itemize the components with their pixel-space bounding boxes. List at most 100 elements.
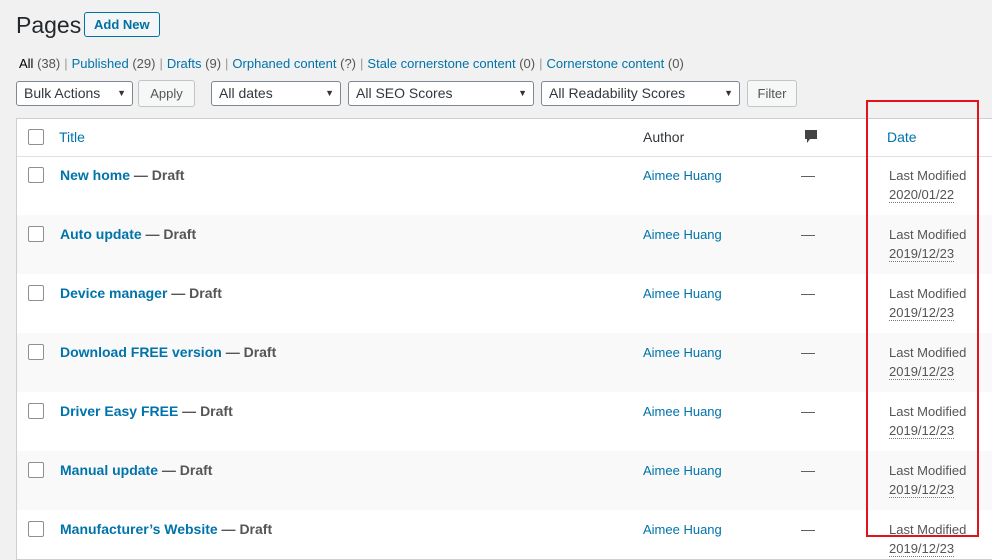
row-checkbox[interactable] xyxy=(28,167,44,183)
separator: | xyxy=(360,56,364,71)
view-count: (?) xyxy=(340,56,357,71)
date-label: Last Modified xyxy=(889,404,967,419)
view-stale-cornerstone[interactable]: Stale cornerstone content (0) xyxy=(367,56,535,71)
row-checkbox[interactable] xyxy=(28,462,44,478)
row-checkbox[interactable] xyxy=(28,403,44,419)
page-title-link[interactable]: Auto update xyxy=(60,226,142,242)
date-label: Last Modified xyxy=(889,463,967,478)
column-author: Author xyxy=(643,129,685,145)
date-cell: Last Modified 2019/12/23 xyxy=(889,520,966,558)
author-link[interactable]: Aimee Huang xyxy=(643,286,722,301)
author-link[interactable]: Aimee Huang xyxy=(643,404,722,419)
separator: | xyxy=(64,56,68,71)
view-drafts[interactable]: Drafts (9) xyxy=(167,56,221,71)
author-link[interactable]: Aimee Huang xyxy=(643,168,722,183)
page-title-link[interactable]: New home xyxy=(60,167,130,183)
table-row: Manufacturer’s Website — Draft Aimee Hua… xyxy=(17,510,992,559)
date-cell: Last Modified 2019/12/23 xyxy=(889,461,966,499)
seo-scores-value: All SEO Scores xyxy=(356,85,453,101)
author-link[interactable]: Aimee Huang xyxy=(643,522,722,537)
author-link[interactable]: Aimee Huang xyxy=(643,463,722,478)
view-cornerstone[interactable]: Cornerstone content (0) xyxy=(546,56,683,71)
date-cell: Last Modified 2019/12/23 xyxy=(889,225,966,263)
separator: | xyxy=(225,56,229,71)
table-row: Device manager — Draft Aimee Huang — Las… xyxy=(17,274,992,333)
page-title-link[interactable]: Manufacturer’s Website xyxy=(60,521,218,537)
filter-button[interactable]: Filter xyxy=(747,80,797,107)
row-title: Manufacturer’s Website — Draft xyxy=(60,521,272,537)
date-label: Last Modified xyxy=(889,345,967,360)
date-value: 2019/12/23 xyxy=(889,364,955,380)
view-label: All xyxy=(19,56,34,71)
row-title: Auto update — Draft xyxy=(60,226,196,242)
comment-count: — xyxy=(801,285,815,301)
separator: | xyxy=(159,56,163,71)
view-count: (0) xyxy=(667,56,684,71)
chevron-down-icon: ▼ xyxy=(518,88,527,98)
table-row: Driver Easy FREE — Draft Aimee Huang — L… xyxy=(17,392,992,451)
view-published[interactable]: Published (29) xyxy=(72,56,156,71)
row-title: Device manager — Draft xyxy=(60,285,222,301)
author-link[interactable]: Aimee Huang xyxy=(643,227,722,242)
seo-scores-select[interactable]: All SEO Scores ▼ xyxy=(348,81,534,106)
view-all[interactable]: All (38) xyxy=(19,56,60,71)
comment-count: — xyxy=(801,344,815,360)
readability-scores-select[interactable]: All Readability Scores ▼ xyxy=(541,81,740,106)
row-title: Download FREE version — Draft xyxy=(60,344,276,360)
view-label: Cornerstone content xyxy=(546,56,665,71)
add-new-button[interactable]: Add New xyxy=(84,12,160,37)
row-checkbox[interactable] xyxy=(28,226,44,242)
page-title-link[interactable]: Manual update xyxy=(60,462,158,478)
row-title: Manual update — Draft xyxy=(60,462,212,478)
table-row: New home — Draft Aimee Huang — Last Modi… xyxy=(17,156,992,215)
date-label: Last Modified xyxy=(889,168,967,183)
post-state: — Draft xyxy=(167,285,222,301)
page-title-link[interactable]: Driver Easy FREE xyxy=(60,403,178,419)
comment-count: — xyxy=(801,226,815,242)
table-header: Title Author Date xyxy=(17,119,992,157)
date-cell: Last Modified 2019/12/23 xyxy=(889,402,966,440)
date-value: 2020/01/22 xyxy=(889,187,955,203)
readability-scores-value: All Readability Scores xyxy=(549,85,686,101)
select-all-checkbox[interactable] xyxy=(28,129,44,145)
post-state: — Draft xyxy=(130,167,185,183)
row-checkbox[interactable] xyxy=(28,344,44,360)
view-count: (29) xyxy=(132,56,156,71)
bulk-actions-select[interactable]: Bulk Actions ▼ xyxy=(16,81,133,106)
chevron-down-icon: ▼ xyxy=(724,88,733,98)
row-checkbox[interactable] xyxy=(28,285,44,301)
table-row: Auto update — Draft Aimee Huang — Last M… xyxy=(17,215,992,274)
dates-value: All dates xyxy=(219,85,273,101)
date-label: Last Modified xyxy=(889,522,967,537)
separator: | xyxy=(539,56,543,71)
date-cell: Last Modified 2019/12/23 xyxy=(889,343,966,381)
post-state: — Draft xyxy=(141,226,197,242)
date-value: 2019/12/23 xyxy=(889,482,955,498)
view-label: Stale cornerstone content xyxy=(367,56,516,71)
table-row: Manual update — Draft Aimee Huang — Last… xyxy=(17,451,992,510)
comment-count: — xyxy=(801,521,815,537)
view-count: (9) xyxy=(205,56,222,71)
apply-button[interactable]: Apply xyxy=(138,80,195,107)
comment-count: — xyxy=(801,167,815,183)
pages-table: Title Author Date New home — Draft Aimee… xyxy=(16,118,992,560)
view-orphaned[interactable]: Orphaned content (?) xyxy=(232,56,356,71)
author-link[interactable]: Aimee Huang xyxy=(643,345,722,360)
view-label: Published xyxy=(71,56,129,71)
page-title-link[interactable]: Device manager xyxy=(60,285,167,301)
chevron-down-icon: ▼ xyxy=(325,88,334,98)
column-title[interactable]: Title xyxy=(59,129,85,145)
table-row: Download FREE version — Draft Aimee Huan… xyxy=(17,333,992,392)
post-state: — Draft xyxy=(178,403,233,419)
date-cell: Last Modified 2019/12/23 xyxy=(889,284,966,322)
dates-select[interactable]: All dates ▼ xyxy=(211,81,341,106)
row-title: Driver Easy FREE — Draft xyxy=(60,403,233,419)
date-label: Last Modified xyxy=(889,286,967,301)
page-title-link[interactable]: Download FREE version xyxy=(60,344,222,360)
comment-count: — xyxy=(801,403,815,419)
column-date[interactable]: Date xyxy=(887,129,917,145)
comment-bubble-icon[interactable] xyxy=(804,129,818,145)
view-label: Drafts xyxy=(166,56,202,71)
row-checkbox[interactable] xyxy=(28,521,44,537)
view-label: Orphaned content xyxy=(232,56,337,71)
